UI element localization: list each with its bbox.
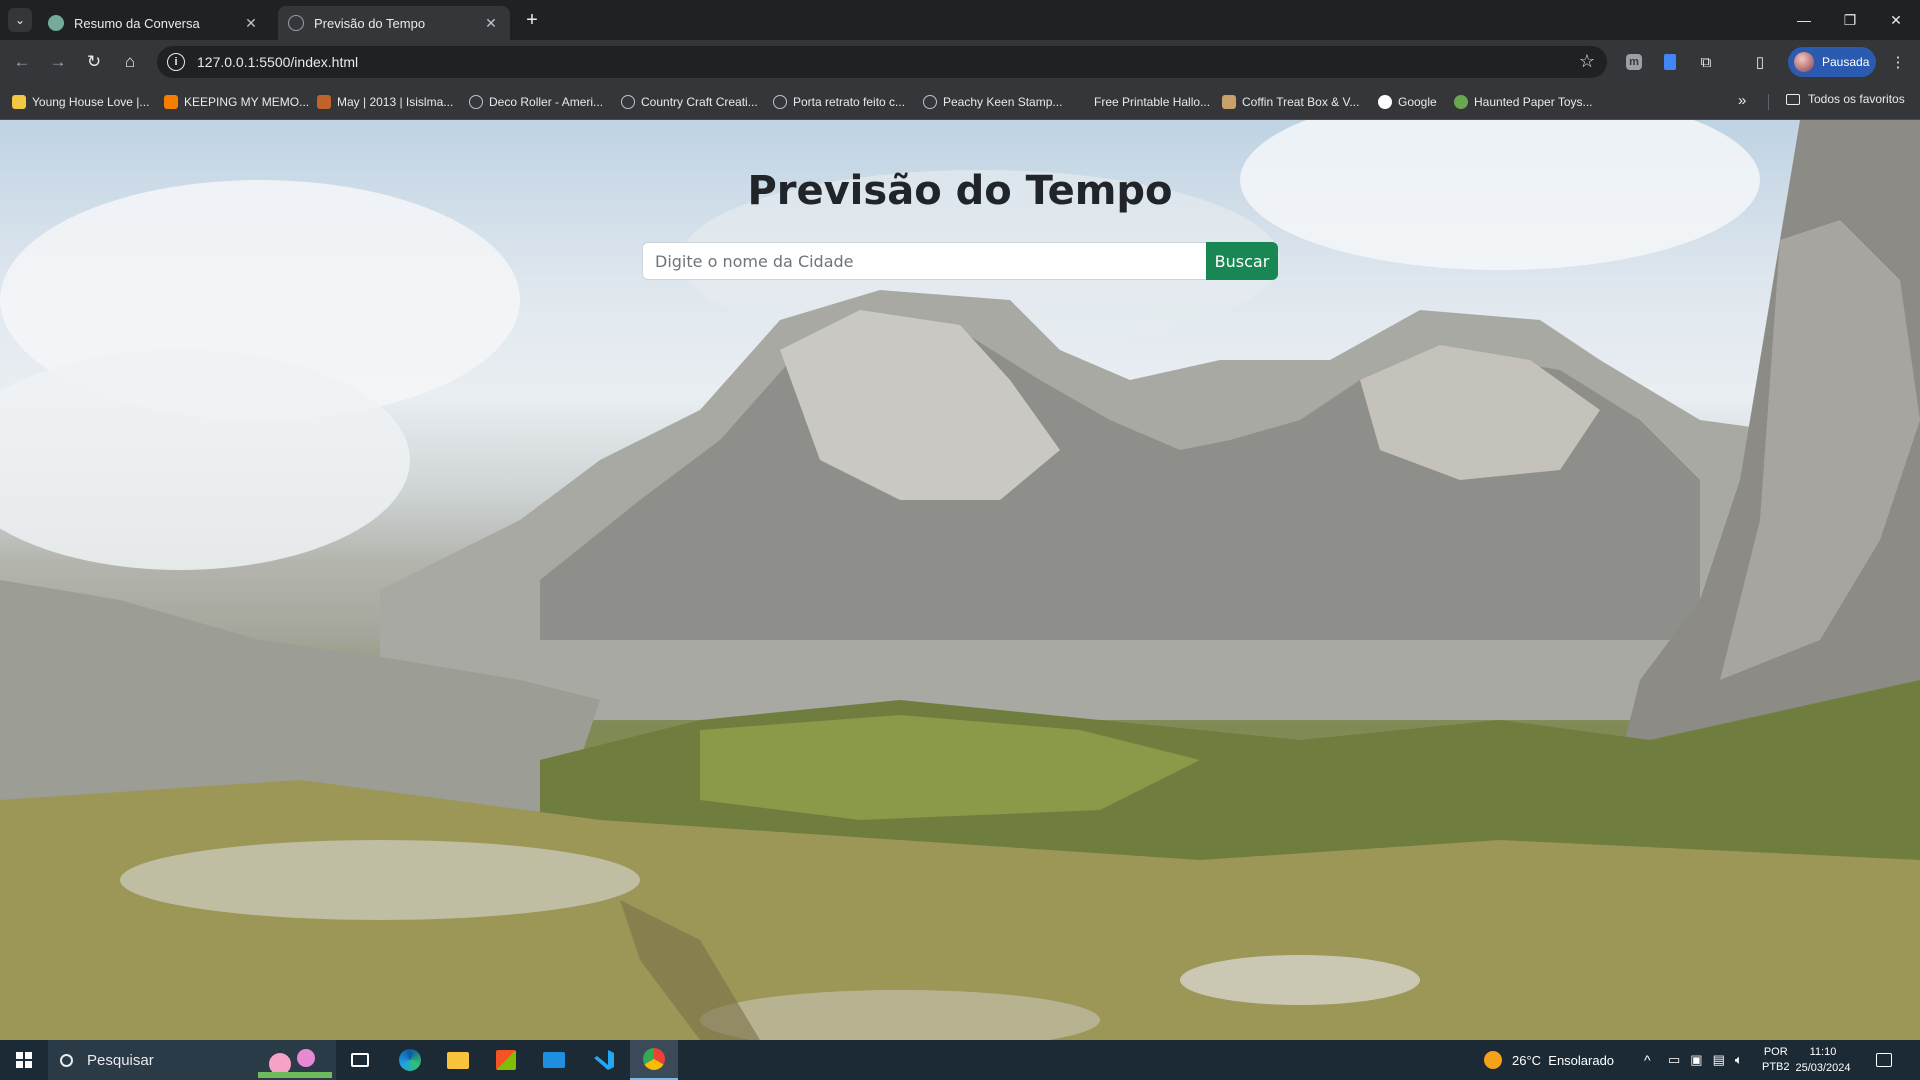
taskbar-search-placeholder: Pesquisar: [87, 1051, 154, 1069]
bookmarks-bar: Young House Love |... KEEPING MY MEMO...…: [0, 84, 1920, 120]
file-explorer-icon[interactable]: [434, 1040, 482, 1080]
globe-icon: [773, 95, 787, 109]
bookmark-item[interactable]: May | 2013 | Isislma...: [317, 92, 453, 112]
extensions-puzzle-icon[interactable]: ⧉: [1694, 50, 1718, 74]
bookmark-item[interactable]: Google: [1378, 92, 1437, 112]
close-tab-icon[interactable]: ✕: [482, 14, 500, 32]
notifications-icon[interactable]: [1876, 1040, 1892, 1080]
vscode-icon[interactable]: [580, 1040, 628, 1080]
show-hidden-icons-icon[interactable]: ^: [1644, 1040, 1651, 1080]
home-icon[interactable]: ⌂: [116, 48, 144, 76]
bookmark-favicon-icon: [317, 95, 331, 109]
bookmark-star-icon[interactable]: ☆: [1579, 51, 1595, 72]
extension-translate-icon[interactable]: [1658, 50, 1682, 74]
start-button[interactable]: [0, 1040, 48, 1080]
forward-icon[interactable]: →: [44, 48, 72, 76]
close-tab-icon[interactable]: ✕: [242, 14, 260, 32]
address-bar[interactable]: i 127.0.0.1:5500/index.html ☆: [157, 46, 1607, 78]
google-icon: [1378, 95, 1392, 109]
bookmark-item[interactable]: Country Craft Creati...: [621, 92, 758, 112]
profile-label: Pausada: [1822, 55, 1870, 69]
tray-status-icons[interactable]: ▭ ▣ ▤ 🔈︎: [1668, 1040, 1743, 1080]
browser-toolbar: ← → ↻ ⌂ i 127.0.0.1:5500/index.html ☆ m …: [0, 40, 1920, 84]
bookmark-item[interactable]: Free Printable Hallo...: [1094, 92, 1210, 112]
taskbar-search-box[interactable]: Pesquisar: [48, 1040, 336, 1080]
url-text[interactable]: 127.0.0.1:5500/index.html: [197, 54, 358, 70]
chrome-menu-icon[interactable]: ⋮: [1886, 50, 1910, 74]
chrome-taskbar-icon[interactable]: [630, 1040, 678, 1080]
chatgpt-favicon-icon: [48, 15, 64, 31]
globe-favicon-icon: [288, 15, 304, 31]
globe-icon: [923, 95, 937, 109]
side-panel-icon[interactable]: ▯: [1748, 50, 1772, 74]
restore-icon[interactable]: ❐: [1828, 0, 1872, 40]
tab-title: Previsão do Tempo: [314, 15, 426, 31]
weather-widget[interactable]: 26°C Ensolarado: [1484, 1040, 1614, 1080]
page-viewport: Previsão do Tempo Buscar: [0, 120, 1920, 1040]
tab-strip: ⌄ Resumo da Conversa ✕ Previsão do Tempo…: [0, 0, 1920, 40]
close-window-icon[interactable]: ✕: [1874, 0, 1918, 40]
sun-icon: [1484, 1051, 1502, 1069]
bookmark-favicon-icon: [12, 95, 26, 109]
profile-button[interactable]: Pausada: [1788, 47, 1876, 77]
bookmark-item[interactable]: Haunted Paper Toys...: [1454, 92, 1593, 112]
bookmark-item[interactable]: Porta retrato feito c...: [773, 92, 905, 112]
clock[interactable]: 11:10 25/03/2024: [1788, 1044, 1858, 1076]
mail-icon[interactable]: [530, 1040, 578, 1080]
tab-title: Resumo da Conversa: [74, 15, 200, 31]
minimize-icon[interactable]: —: [1782, 0, 1826, 40]
all-bookmarks-button[interactable]: Todos os favoritos: [1786, 92, 1905, 106]
flowers-icon: [258, 1049, 332, 1078]
site-info-icon[interactable]: i: [167, 53, 185, 71]
page-title: Previsão do Tempo: [747, 168, 1173, 214]
bookmark-item[interactable]: KEEPING MY MEMO...: [164, 92, 309, 112]
tab-resumo-da-conversa[interactable]: Resumo da Conversa ✕: [38, 6, 270, 40]
city-search-input[interactable]: [642, 242, 1206, 280]
bookmark-favicon-icon: [1454, 95, 1468, 109]
meet-now-icon: ▭: [1668, 1052, 1681, 1067]
tab-previsao-do-tempo[interactable]: Previsão do Tempo ✕: [278, 6, 510, 40]
edge-icon[interactable]: [386, 1040, 434, 1080]
clock-date: 25/03/2024: [1795, 1062, 1851, 1074]
bookmark-item[interactable]: Deco Roller - Ameri...: [469, 92, 603, 112]
windows-taskbar: Pesquisar 26°C Ensolarado ^ ▭ ▣ ▤ 🔈︎ POR…: [0, 1040, 1920, 1080]
windows-logo-icon: [16, 1052, 32, 1068]
bookmark-item[interactable]: Peachy Keen Stamp...: [923, 92, 1062, 112]
search-button[interactable]: Buscar: [1206, 242, 1278, 280]
divider: [1768, 94, 1769, 110]
avatar: [1794, 52, 1814, 72]
microsoft-store-icon[interactable]: [482, 1040, 530, 1080]
display-icon: ▣: [1690, 1052, 1703, 1067]
folder-icon: [1786, 93, 1800, 105]
network-icon: ▤: [1712, 1052, 1725, 1067]
language-indicator[interactable]: POR PTB2: [1762, 1040, 1790, 1080]
bookmark-item[interactable]: Young House Love |...: [12, 92, 149, 112]
bookmark-item[interactable]: Coffin Treat Box & V...: [1222, 92, 1359, 112]
back-icon[interactable]: ←: [8, 48, 36, 76]
weather-text: 26°C Ensolarado: [1512, 1052, 1615, 1068]
bookmark-favicon-icon: [1222, 95, 1236, 109]
more-bookmarks-icon[interactable]: »: [1738, 92, 1746, 109]
city-search-form: Buscar: [642, 242, 1278, 280]
blogger-icon: [164, 95, 178, 109]
volume-icon: 🔈︎: [1734, 1052, 1743, 1067]
new-tab-button[interactable]: +: [520, 8, 544, 32]
globe-icon: [621, 95, 635, 109]
globe-icon: [469, 95, 483, 109]
reload-icon[interactable]: ↻: [80, 48, 108, 76]
clock-time: 11:10: [1809, 1046, 1837, 1058]
extension-m-icon[interactable]: m: [1622, 50, 1646, 74]
task-view-icon[interactable]: [336, 1040, 384, 1080]
tab-search-icon[interactable]: ⌄: [8, 8, 32, 32]
search-icon: [60, 1053, 73, 1067]
